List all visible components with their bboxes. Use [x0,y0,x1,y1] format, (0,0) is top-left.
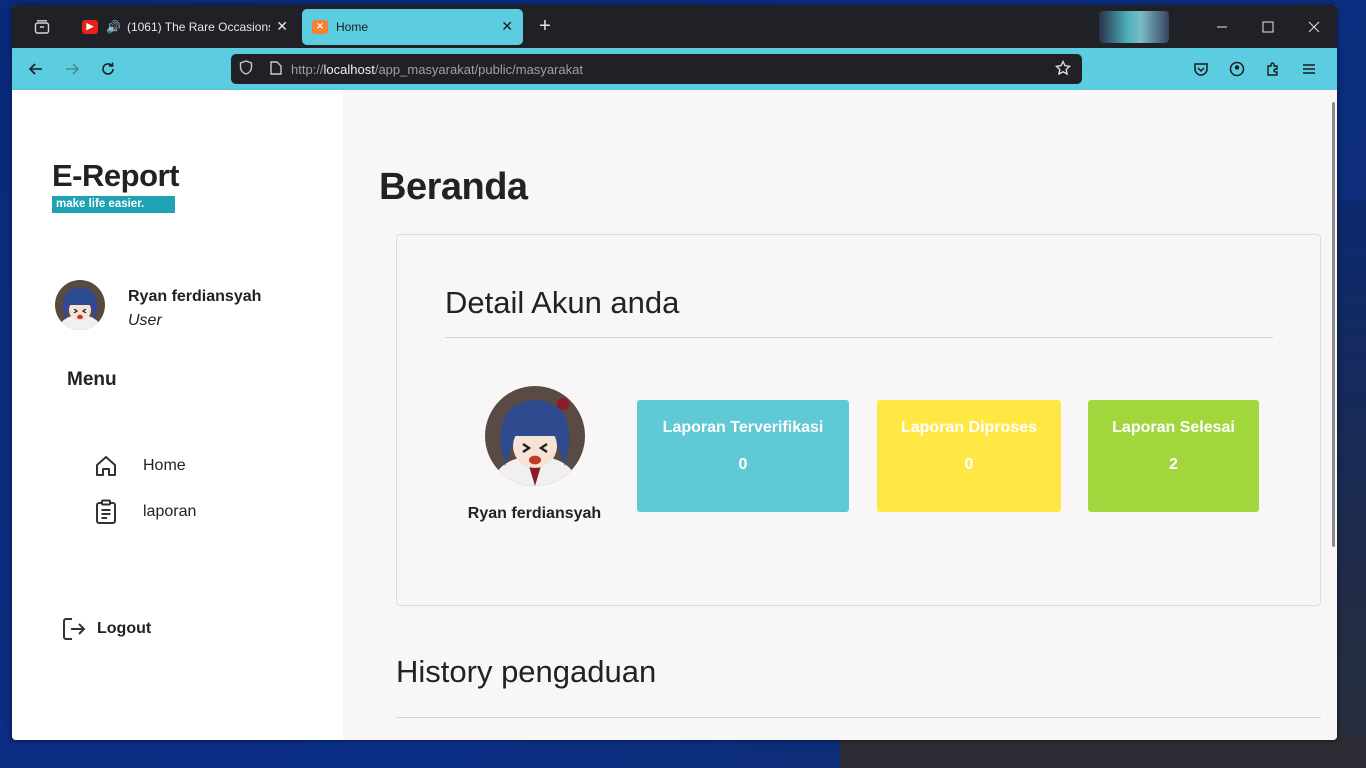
logout-icon [60,615,88,643]
back-button[interactable] [18,51,54,87]
sidebar-item-laporan[interactable]: laporan [92,497,196,527]
home-icon [92,452,120,480]
forward-arrow-icon [66,63,80,75]
tab-youtube[interactable]: ▶ 🔊 (1061) The Rare Occasions | ✕ [72,9,298,45]
menu-button[interactable] [1291,51,1327,87]
maximize-button[interactable] [1245,5,1291,48]
xampp-icon: ✕ [312,19,328,34]
back-arrow-icon [28,63,42,75]
browser-theme-image [1099,10,1169,43]
tab-list-button[interactable] [12,5,72,48]
stat-label: Laporan Diproses [900,419,1038,436]
profile-name: Ryan ferdiansyah [467,505,602,522]
stat-value: 2 [1169,456,1178,473]
account-detail-card: Detail Akun anda Ryan ferdiansyah Lapora… [396,234,1321,606]
brand-logo[interactable]: E-Report [52,158,179,194]
forward-button[interactable] [54,51,90,87]
pocket-icon [1194,63,1208,76]
puzzle-icon [1267,62,1278,76]
user-role: User [128,312,162,329]
account-button[interactable] [1219,51,1255,87]
history-heading: History pengaduan [396,654,657,689]
tab-close-icon[interactable]: ✕ [501,18,513,35]
stat-value: 0 [738,456,748,473]
tab-close-icon[interactable]: ✕ [276,18,288,35]
profile-avatar [485,386,585,486]
sidebar-item-label: laporan [143,503,197,520]
speaker-icon[interactable]: 🔊 [106,20,121,34]
stat-card-finished: Laporan Selesai 2 [1088,400,1259,512]
url-scheme: http:// [291,61,324,77]
stat-card-processing: Laporan Diproses 0 [877,400,1061,512]
bookmark-star-icon[interactable] [1048,59,1078,79]
stat-card-verified: Laporan Terverifikasi 0 [637,400,849,512]
tab-strip: ▶ 🔊 (1061) The Rare Occasions | ✕ ✕ Home… [12,5,1337,48]
logout-button[interactable]: Logout [60,614,151,644]
main-panel: Beranda Detail Akun anda Ryan ferdiansya… [343,90,1337,740]
address-bar[interactable]: http://localhost/app_masyarakat/public/m… [231,54,1082,84]
shield-icon[interactable] [231,60,261,78]
tab-label: (1061) The Rare Occasions | [126,19,271,34]
reload-icon [102,62,114,75]
logout-label: Logout [97,620,152,637]
close-icon [1308,21,1320,32]
minimize-icon [1217,26,1227,27]
tab-label: Home [336,19,369,34]
stat-label: Laporan Terverifikasi [662,419,824,436]
menu-heading: Menu [67,369,117,390]
browser-window: ▶ 🔊 (1061) The Rare Occasions | ✕ ✕ Home… [12,5,1337,740]
sidebar: E-Report make life easier. Ryan ferdians… [12,90,343,740]
youtube-icon: ▶ [82,19,98,34]
avatar [55,280,105,330]
account-icon [1229,61,1245,77]
pocket-button[interactable] [1183,51,1219,87]
page-title: Beranda [379,166,528,208]
brand-tagline: make life easier. [52,196,175,213]
page-scrollbar[interactable] [1332,102,1335,547]
hamburger-icon [1303,64,1315,74]
user-name: Ryan ferdiansyah [128,288,262,305]
maximize-icon [1262,21,1274,32]
new-tab-button[interactable]: + [527,15,563,38]
url-host: localhost [323,61,375,77]
navigation-bar: http://localhost/app_masyarakat/public/m… [12,48,1337,90]
sidebar-item-home[interactable]: Home [92,451,186,481]
stat-label: Laporan Selesai [1112,419,1235,436]
extensions-button[interactable] [1255,51,1291,87]
url-path: /app_masyarakat/public/masyarakat [374,61,583,77]
reload-button[interactable] [90,51,126,87]
divider [396,717,1321,718]
divider [445,337,1273,338]
close-window-button[interactable] [1291,5,1337,48]
tab-home[interactable]: ✕ Home ✕ [302,8,523,45]
tab-list-icon [34,19,50,34]
page-content: E-Report make life easier. Ryan ferdians… [12,90,1337,740]
page-icon[interactable] [261,60,291,78]
clipboard-icon [92,498,120,526]
stat-value: 0 [964,456,974,473]
url-text[interactable]: http://localhost/app_masyarakat/public/m… [291,62,1048,77]
sidebar-item-label: Home [143,457,186,474]
minimize-button[interactable] [1199,5,1245,48]
card-title: Detail Akun anda [445,285,680,320]
